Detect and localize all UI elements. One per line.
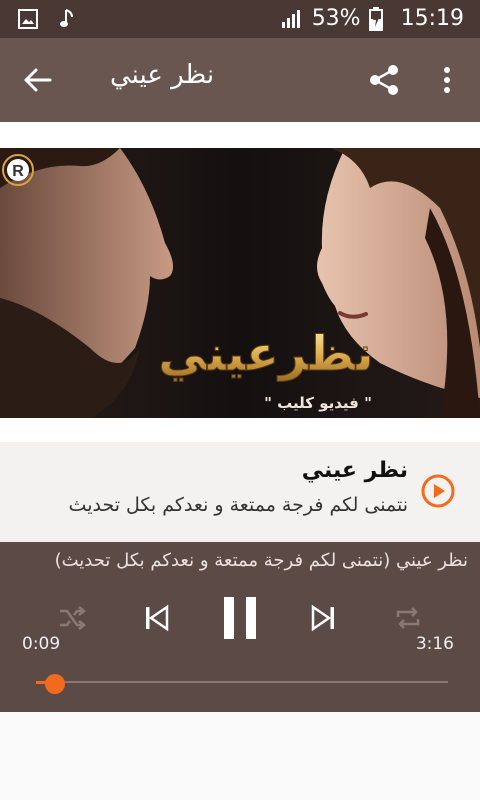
- song-title: نظر عيني: [301, 458, 408, 483]
- gallery-notification-icon: [18, 9, 38, 29]
- video-thumbnail[interactable]: R نظرعيني " فيديو كليب ": [0, 148, 480, 418]
- shuffle-icon: [60, 606, 87, 630]
- pause-button[interactable]: [216, 594, 264, 642]
- more-options-icon[interactable]: [432, 62, 462, 98]
- seek-bar-thumb[interactable]: [44, 674, 65, 694]
- app-bar: نظر عيني: [0, 38, 480, 122]
- skip-next-icon: [311, 604, 334, 632]
- elapsed-time: 0:09: [22, 634, 61, 654]
- media-player: نظر عيني (نتمنى لكم فرجة ممتعة و نعدكم ب…: [0, 542, 480, 712]
- artwork-caption: " فيديو كليب ": [264, 394, 372, 412]
- total-duration: 3:16: [415, 634, 454, 654]
- song-info-panel[interactable]: نظر عيني نتمنى لكم فرجة ممتعة و نعدكم بك…: [0, 442, 480, 542]
- status-bar: 53% 15:19: [0, 0, 480, 38]
- now-playing-text: نظر عيني (نتمنى لكم فرجة ممتعة و نعدكم ب…: [54, 550, 468, 571]
- play-circle-icon[interactable]: [420, 473, 456, 509]
- clock: 15:19: [400, 6, 464, 31]
- video-thumbnail-area: R نظرعيني " فيديو كليب ": [0, 122, 480, 442]
- signal-icon: [281, 9, 300, 28]
- artwork-title: نظرعيني: [158, 326, 373, 382]
- previous-button[interactable]: [136, 594, 176, 642]
- watermark-logo: R: [12, 163, 24, 180]
- song-subtitle: نتمنى لكم فرجة ممتعة و نعدكم بكل تحديث: [68, 494, 408, 516]
- skip-previous-icon: [146, 604, 169, 632]
- repeat-icon: [396, 607, 420, 629]
- battery-charging-icon: [368, 6, 383, 31]
- music-notification-icon: [60, 9, 73, 27]
- back-arrow-icon[interactable]: [20, 62, 56, 98]
- page-title: نظر عيني: [110, 60, 215, 90]
- seek-bar-track[interactable]: [36, 681, 448, 683]
- share-icon[interactable]: [366, 62, 402, 98]
- next-button[interactable]: [304, 594, 344, 642]
- pause-icon: [224, 597, 256, 639]
- empty-area: [0, 712, 480, 800]
- battery-percentage: 53%: [311, 6, 361, 31]
